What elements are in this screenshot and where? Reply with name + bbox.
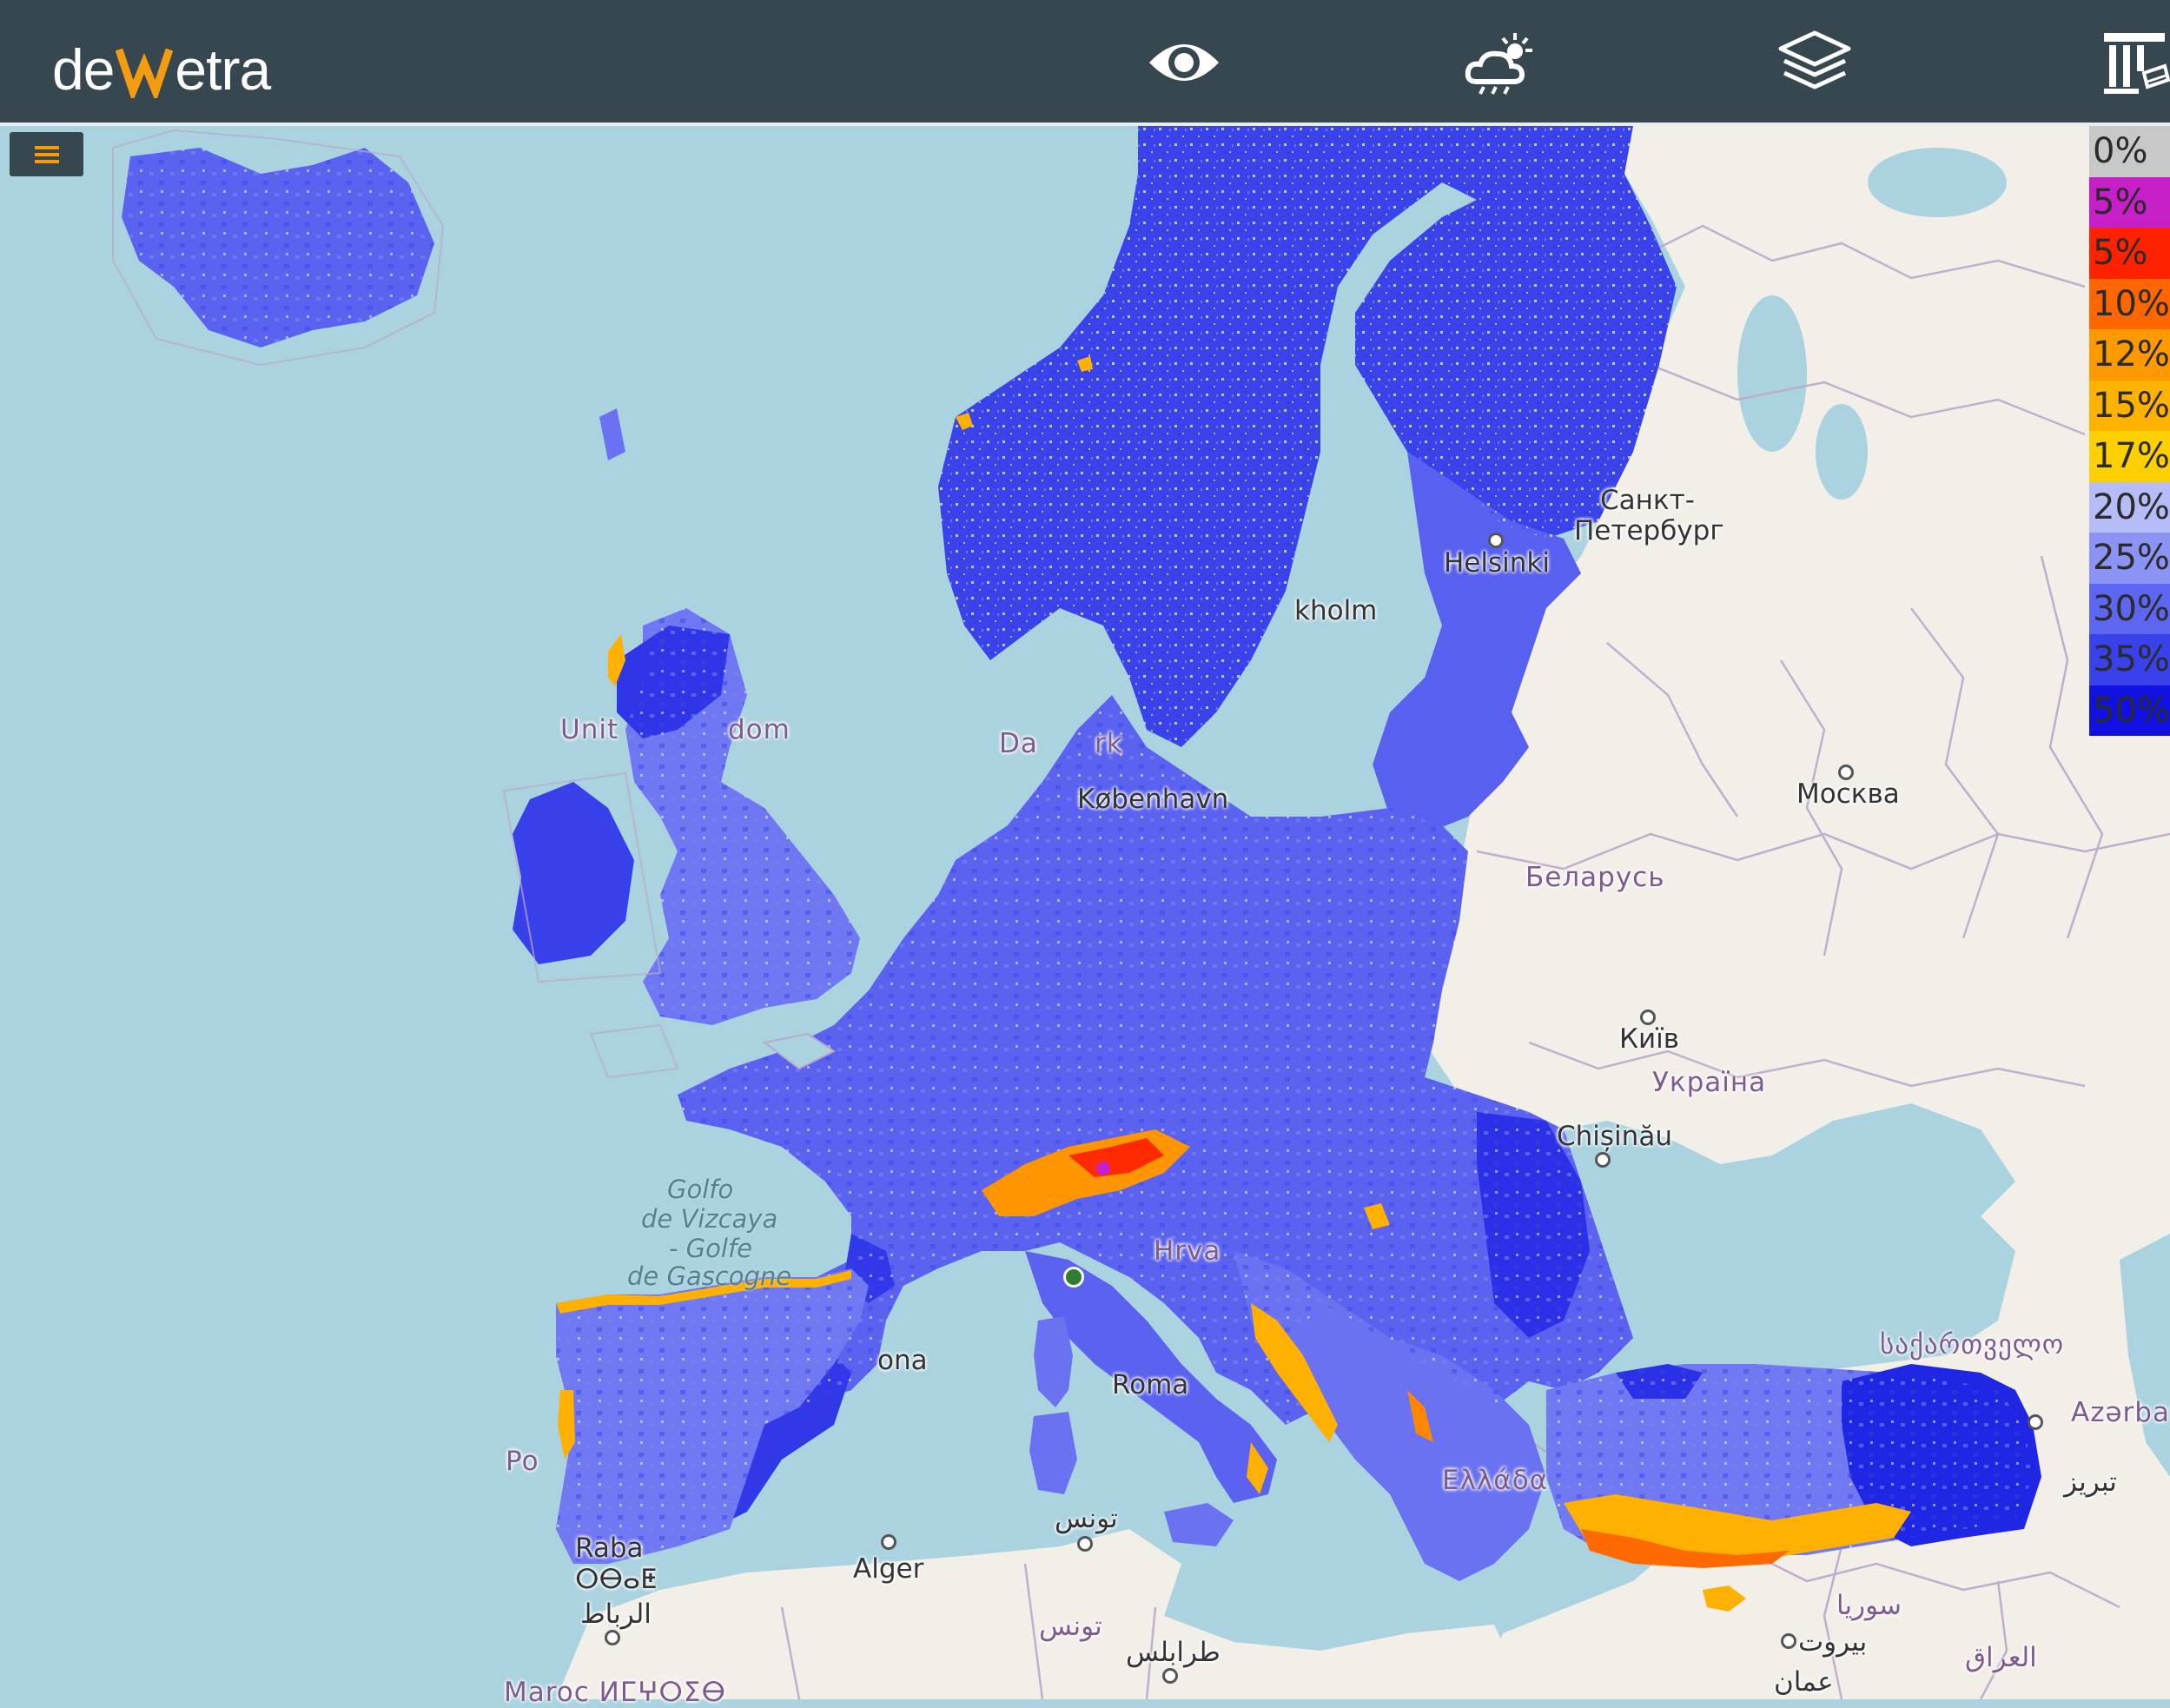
map-label-city: Chișinău: [1557, 1121, 1672, 1152]
legend-item-label: 12%: [2093, 334, 2170, 374]
map-label-city: بيروت: [1798, 1626, 1868, 1658]
legend-item: 30%: [2089, 583, 2170, 634]
map-label-sea: - Golfe: [669, 1234, 753, 1263]
map-label-country: Ελλάδα: [1442, 1465, 1549, 1496]
legend-item-label: 30%: [2093, 588, 2170, 629]
map-label-city: الرباط: [580, 1599, 652, 1630]
map-label-sea: de Gascogne: [627, 1261, 792, 1291]
map-label-city: Raba: [575, 1533, 644, 1564]
observation-button[interactable]: [1136, 19, 1232, 106]
legend-item: 17%: [2089, 431, 2170, 482]
menu-toggle-button[interactable]: [10, 132, 83, 176]
legend-item: 20%: [2089, 481, 2170, 533]
legend-item: 35%: [2089, 634, 2170, 685]
legend-item-label: 5%: [2093, 233, 2148, 273]
map-label-city: København: [1077, 784, 1229, 815]
city-dot: [1488, 533, 1504, 548]
building-icon: [2104, 33, 2170, 94]
map-label-country: Беларусь: [1525, 862, 1665, 893]
map-label-city: Alger: [853, 1553, 924, 1585]
map-label-country: Maroc ⵍⵎⵖⵔⵉⴱ: [504, 1677, 727, 1708]
map-label-country: Україна: [1652, 1067, 1767, 1098]
map-label-city: تونس: [1055, 1503, 1118, 1534]
legend-item: 0%: [2089, 126, 2170, 177]
map-label-sea: de Vizcaya: [641, 1204, 778, 1234]
legend-item: 5%: [2089, 228, 2170, 279]
top-toolbar: de etra: [0, 0, 2170, 126]
map-label-country: Da: [999, 728, 1038, 759]
institutions-button[interactable]: [2087, 19, 2170, 106]
map-canvas[interactable]: [0, 0, 2170, 1699]
city-dot: [1595, 1152, 1611, 1168]
legend-item-label: 0%: [2093, 131, 2148, 171]
map-label-city: عمان: [1774, 1666, 1834, 1698]
map-label-city: Санкт-: [1600, 485, 1695, 516]
legend-item: 15%: [2089, 380, 2170, 431]
map-label-country: Po: [506, 1446, 539, 1477]
forecast-button[interactable]: [1452, 19, 1548, 106]
map-label-city: ⵔⴱⴰⵟ: [575, 1564, 658, 1595]
logo-w-mark: [116, 48, 174, 98]
map-label-country: تونس: [1039, 1611, 1102, 1642]
layers-icon: [1778, 30, 1851, 89]
legend-item-label: 17%: [2093, 436, 2170, 476]
map-label-city: Петербург: [1574, 515, 1724, 546]
map-label-country: سوريا: [1836, 1590, 1902, 1621]
cloud-sun-icon: [1465, 33, 1532, 95]
map-label-country: Unit: [560, 714, 619, 745]
map-label-country: Hrva: [1154, 1235, 1221, 1267]
legend-item: 12%: [2089, 329, 2170, 381]
legend-item-label: 10%: [2093, 283, 2170, 324]
legend-item: 5%: [2089, 176, 2170, 228]
legend-item-label: 25%: [2093, 538, 2170, 578]
dewetra-logo[interactable]: de etra: [52, 35, 271, 104]
eye-icon: [1149, 44, 1219, 81]
map-label-city: تبریز: [2064, 1466, 2117, 1498]
map-label-city: kholm: [1294, 595, 1378, 626]
legend-item-label: 5%: [2093, 182, 2148, 222]
map-label-country: dom: [728, 714, 791, 745]
city-dot: [605, 1630, 620, 1645]
hamburger-icon: [34, 145, 59, 163]
map-label-city: ona: [877, 1345, 928, 1376]
legend-item: 25%: [2089, 533, 2170, 584]
map-label-country: საქართველო: [1880, 1329, 2065, 1360]
legend-item-label: 35%: [2093, 639, 2170, 679]
legend-item-label: 15%: [2093, 385, 2170, 426]
city-dot: [881, 1534, 896, 1550]
city-dot: [1077, 1536, 1093, 1552]
map-label-city: Київ: [1619, 1023, 1680, 1055]
map-label-city: Helsinki: [1444, 547, 1550, 579]
map-label-country: العراق: [1965, 1642, 2037, 1673]
map-label-city: طرابلس: [1126, 1637, 1221, 1668]
legend-item: 10%: [2089, 278, 2170, 329]
map-label-city: Roma: [1112, 1369, 1189, 1400]
city-dot: [1781, 1633, 1796, 1649]
legend-item: 50%: [2089, 685, 2170, 736]
map-label-city: Москва: [1796, 778, 1900, 810]
map-label-country: Azərbay: [2071, 1397, 2170, 1428]
city-dot: [1162, 1668, 1178, 1684]
legend-item-label: 50%: [2093, 690, 2170, 731]
city-dot: [2028, 1414, 2043, 1430]
color-legend: 0% 5% 5% 10% 12% 15% 17% 20% 25% 30% 35% 50%: [2089, 126, 2170, 736]
map-label-country: rk: [1095, 728, 1123, 759]
layers-button[interactable]: [1767, 19, 1862, 106]
legend-item-label: 20%: [2093, 487, 2170, 527]
location-marker[interactable]: [1063, 1267, 1084, 1288]
map-label-sea: Golfo: [667, 1175, 734, 1204]
